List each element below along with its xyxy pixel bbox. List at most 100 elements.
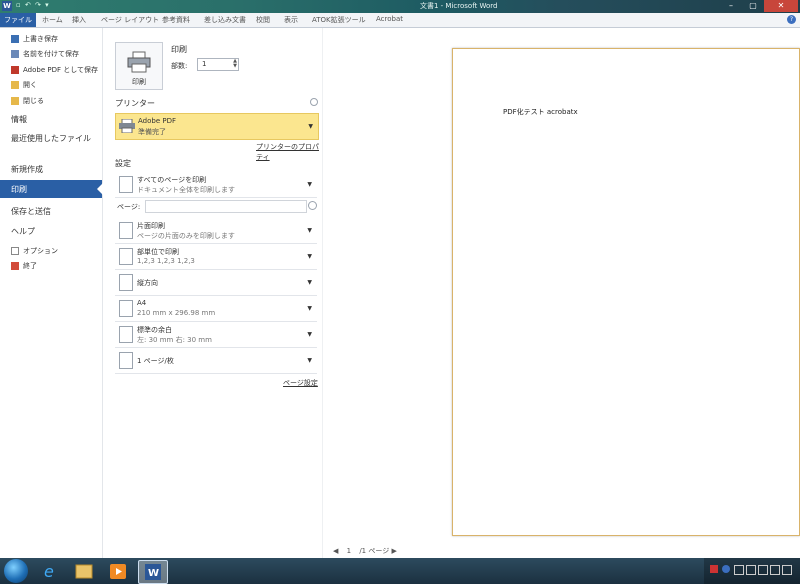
chevron-down-icon: ▼ [307,181,312,188]
setting-title: すべてのページを印刷 [137,176,207,184]
info-icon[interactable] [308,201,317,210]
nav-info[interactable]: 情報 [11,114,27,125]
next-page-icon[interactable]: ▶ [391,547,396,555]
exit-icon [11,262,19,270]
margins-icon [119,326,133,343]
pages-per-sheet-dropdown[interactable]: 1 ページ/枚 ▼ [115,348,317,374]
tab-page-layout[interactable]: ページ レイアウト [101,15,159,25]
paper-size-dropdown[interactable]: A4 210 mm x 296.98 mm ▼ [115,296,317,322]
page-setup-link[interactable]: ページ設定 [283,378,318,388]
tray-icon[interactable] [782,565,792,575]
open-folder-icon [11,81,19,89]
options-command[interactable]: オプション [11,246,58,256]
page-content: PDF化テスト acrobatx [503,108,578,116]
minimize-icon[interactable]: – [720,0,742,12]
open-command[interactable]: 開く [11,80,37,90]
tray-icon[interactable] [734,565,744,575]
options-icon [11,247,19,255]
pages-input[interactable] [145,200,307,213]
print-preview: PDF化テスト acrobatx ◀ 1 /1 ページ ▶ [322,28,800,558]
pages-label: ページ: [117,203,141,211]
help-icon[interactable]: ? [787,15,796,24]
tab-mailings[interactable]: 差し込み文書 [204,15,246,25]
nav-help[interactable]: ヘルプ [11,226,35,237]
close-label: 閉じる [23,97,44,105]
tray-icon[interactable] [722,565,730,573]
exit-label: 終了 [23,262,37,270]
ie-icon[interactable]: e [36,560,64,582]
svg-text:W: W [148,568,159,579]
nav-save-send[interactable]: 保存と送信 [11,206,51,217]
save-label: 上書き保存 [23,35,58,43]
printer-properties-link[interactable]: プリンターのプロパティ [256,142,321,162]
pdf-icon [11,66,19,74]
maximize-icon[interactable]: ▢ [742,0,764,12]
tray-icon[interactable] [770,565,780,575]
tab-acrobat[interactable]: Acrobat [376,15,403,23]
svg-text:e: e [44,562,54,581]
setting-title: 片面印刷 [137,222,165,230]
setting-title: 縦方向 [137,279,158,287]
info-icon[interactable] [310,98,318,106]
tab-file[interactable]: ファイル [0,13,36,27]
exit-command[interactable]: 終了 [11,261,37,271]
printer-icon [127,51,151,73]
chevron-down-icon: ▼ [307,227,312,234]
media-player-icon[interactable] [104,560,132,582]
options-label: オプション [23,247,58,255]
save-icon [11,35,19,43]
quick-access-toolbar[interactable]: ▫ ↶ ↷ ▾ [16,1,50,9]
save-as-command[interactable]: 名前を付けて保存 [11,49,79,59]
orientation-dropdown[interactable]: 縦方向 ▼ [115,270,317,296]
save-as-pdf-command[interactable]: Adobe PDF として保存 [11,65,98,75]
tab-review[interactable]: 校閲 [256,15,270,25]
setting-title: A4 [137,299,147,307]
nav-recent[interactable]: 最近使用したファイル [11,134,95,144]
setting-description: 210 mm x 296.98 mm [137,309,216,317]
collate-icon [119,248,133,265]
nav-print-label: 印刷 [11,185,27,194]
tab-references[interactable]: 参考資料 [162,15,190,25]
chevron-down-icon: ▼ [308,123,313,130]
word-app-icon[interactable]: W [2,1,12,11]
tab-atok[interactable]: ATOK拡張ツール [312,15,366,25]
print-range-dropdown[interactable]: すべてのページを印刷 ドキュメント全体を印刷します ▼ [115,172,317,198]
printer-dropdown[interactable]: Adobe PDF 準備完了 ▼ [115,113,319,140]
spinner-icon[interactable]: ▲ ▼ [233,59,237,69]
one-sided-icon [119,222,133,239]
word-taskbar-icon[interactable]: W [138,560,168,584]
setting-title: 部単位で印刷 [137,248,179,256]
title-bar: W ▫ ↶ ↷ ▾ 文書1 - Microsoft Word – ▢ ✕ [0,0,800,13]
chevron-down-icon: ▼ [307,253,312,260]
prev-page-icon[interactable]: ◀ [333,547,338,555]
collate-dropdown[interactable]: 部単位で印刷 1,2,3 1,2,3 1,2,3 ▼ [115,244,317,270]
start-button[interactable] [4,559,28,583]
print-button[interactable]: 印刷 [115,42,163,90]
setting-title: 1 ページ/枚 [137,357,174,365]
chevron-down-icon: ▼ [307,305,312,312]
preview-page: PDF化テスト acrobatx [452,48,800,536]
taskbar: e W [0,558,800,584]
system-tray [704,558,800,584]
paper-icon [119,300,133,317]
nav-print[interactable]: 印刷 [0,180,103,198]
print-button-label: 印刷 [132,78,146,86]
close-command[interactable]: 閉じる [11,96,44,106]
tray-icon[interactable] [758,565,768,575]
nav-new[interactable]: 新規作成 [11,164,43,175]
window-controls: – ▢ ✕ [720,0,798,12]
close-icon[interactable]: ✕ [764,0,798,12]
tray-icon[interactable] [710,565,718,573]
sides-dropdown[interactable]: 片面印刷 ページの片面のみを印刷します ▼ [115,218,317,244]
copies-stepper[interactable]: 1 ▲ ▼ [197,58,239,71]
explorer-icon[interactable] [70,560,98,582]
current-page[interactable]: 1 [347,547,351,555]
tab-view[interactable]: 表示 [284,15,298,25]
save-command[interactable]: 上書き保存 [11,34,58,44]
printer-name: Adobe PDF [138,117,177,125]
tray-icon[interactable] [746,565,756,575]
margins-dropdown[interactable]: 標準の余白 左: 30 mm 右: 30 mm ▼ [115,322,317,348]
tab-home[interactable]: ホーム [42,15,63,25]
tab-insert[interactable]: 挿入 [72,15,86,25]
page-navigator: ◀ 1 /1 ページ ▶ [333,546,397,556]
